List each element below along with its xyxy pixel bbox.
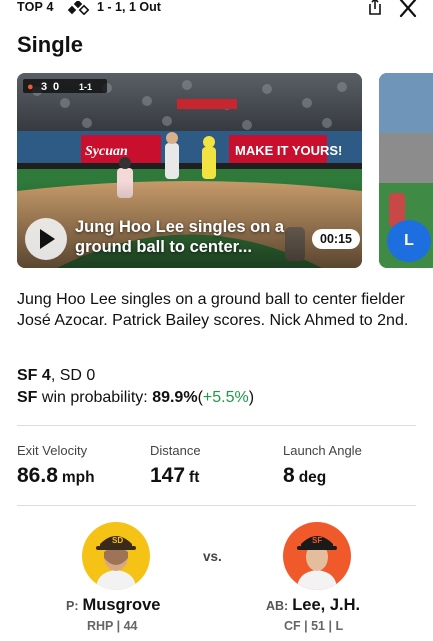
stat-unit: deg [298, 469, 327, 486]
close-icon[interactable] [398, 0, 418, 17]
pitcher-headshot: SD [96, 536, 136, 590]
banner-left: Sycuan [85, 144, 128, 159]
play-description: Jung Hoo Lee singles on a ground ball to… [17, 291, 409, 329]
video-card[interactable]: ● 3 0 1-1 Sycuan MAKE IT YOURS! Jung Hoo… [17, 73, 362, 268]
batter-headshot: SF [297, 536, 337, 590]
share-icon[interactable] [366, 0, 384, 16]
winprob-change: +5.5% [202, 389, 249, 406]
vs-label: vs. [203, 549, 222, 564]
stat-unit: mph [61, 469, 95, 486]
play-button[interactable] [25, 218, 67, 260]
stat-value: 147 [150, 464, 186, 487]
winprob-team: SF [17, 389, 38, 406]
video-home-score: 0 [53, 81, 59, 93]
video-count: 1-1 [79, 82, 92, 92]
top-bar: TOP 4 1 - 1, 1 Out [0, 0, 433, 22]
batter-role: AB: [266, 599, 289, 613]
inning-label: TOP 4 [17, 0, 54, 14]
pitcher-meta: RHP | 44 [87, 619, 138, 633]
stat-unit: ft [189, 469, 200, 486]
count-label: 1 - 1, 1 Out [97, 0, 161, 14]
video-away-score: 3 [41, 81, 47, 93]
stat-label: Launch Angle [283, 443, 362, 458]
video-caption: Jung Hoo Lee singles on a ground ball to… [75, 218, 285, 256]
bases-diamond-icon [67, 1, 90, 15]
next-video-card[interactable]: L [379, 73, 433, 268]
matchup: SD vs. SF P: Musgrove RHP | 44 AB: Lee, J.… [0, 518, 433, 641]
win-probability: SF win probability: 89.9%(+5.5%) [17, 389, 254, 407]
stat-launch-angle: Launch Angle 8 deg [283, 443, 362, 488]
video-duration: 00:15 [312, 229, 360, 249]
batter-avatar[interactable]: SF [283, 522, 351, 590]
score-value1: 4 [41, 367, 51, 384]
winprob-label: win probability: [41, 389, 148, 406]
svg-text:SD: SD [112, 536, 123, 545]
batter-name[interactable]: AB: Lee, J.H. [266, 596, 360, 615]
score-team1: SF [17, 367, 38, 384]
pitcher-name-text: Musgrove [82, 596, 161, 614]
stat-label: Exit Velocity [17, 443, 88, 458]
divider [17, 505, 416, 506]
page-title: Single [17, 32, 84, 57]
game-score: SF 4, SD 0 [17, 367, 96, 384]
pitcher-name[interactable]: P: Musgrove [66, 596, 160, 615]
pitcher-avatar[interactable]: SD [82, 522, 150, 590]
svg-text:●: ● [27, 81, 34, 93]
score-team2: SD [59, 367, 82, 384]
batter-name-text: Lee, J.H. [292, 596, 361, 614]
stat-distance: Distance 147 ft [150, 443, 201, 488]
divider [17, 425, 416, 426]
batter-meta: CF | 51 | L [284, 619, 344, 633]
stat-value: 8 [283, 464, 295, 487]
score-value2: 0 [86, 367, 96, 384]
stat-value: 86.8 [17, 464, 58, 487]
next-video-button[interactable]: L [387, 220, 431, 262]
banner-right: MAKE IT YOURS! [235, 143, 342, 158]
stat-label: Distance [150, 443, 201, 458]
winprob-close: ) [248, 389, 255, 406]
pitcher-role: P: [66, 599, 79, 613]
stat-exit-velocity: Exit Velocity 86.8 mph [17, 443, 95, 488]
winprob-value: 89.9% [152, 389, 198, 406]
svg-text:SF: SF [312, 536, 322, 545]
